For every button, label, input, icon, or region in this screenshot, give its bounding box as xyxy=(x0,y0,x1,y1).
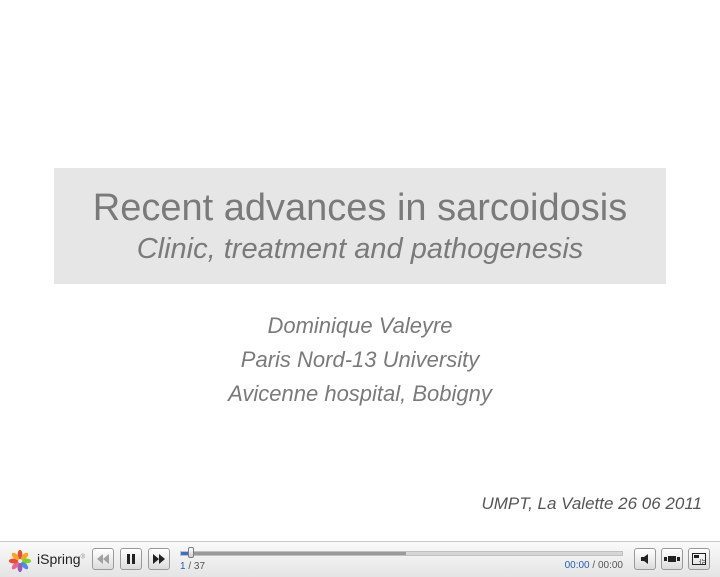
rewind-icon xyxy=(97,554,109,564)
layout-toggle-icon xyxy=(664,556,680,562)
pause-button[interactable] xyxy=(120,548,142,570)
author-hospital: Avicenne hospital, Bobigny xyxy=(228,381,492,406)
seek-bar-loaded xyxy=(181,552,406,555)
slide-subtitle: Clinic, treatment and pathogenesis xyxy=(136,233,584,265)
volume-icon xyxy=(641,554,648,564)
pause-icon xyxy=(127,554,135,564)
fast-forward-icon xyxy=(153,554,165,564)
fullscreen-button[interactable] xyxy=(688,548,710,570)
slide-canvas: Recent advances in sarcoidosis Clinic, t… xyxy=(0,0,720,541)
layout-toggle-button[interactable] xyxy=(661,548,683,570)
volume-button[interactable] xyxy=(634,548,656,570)
time-display: 00:00 / 00:00 xyxy=(564,560,623,571)
seek-bar[interactable] xyxy=(180,551,623,556)
time-current: 00:00 xyxy=(564,560,590,571)
seek-handle[interactable] xyxy=(187,547,194,558)
author-block: Dominique Valeyre Paris Nord-13 Universi… xyxy=(0,312,720,414)
slide-counter: 1 / 37 xyxy=(180,561,206,572)
author-name: Dominique Valeyre xyxy=(267,313,453,338)
time-total: 00:00 xyxy=(597,560,623,571)
ispring-flower-icon xyxy=(8,549,32,573)
next-slide-button[interactable] xyxy=(148,548,170,570)
ispring-logo-text: iSpring® xyxy=(37,551,86,567)
fullscreen-icon xyxy=(692,553,706,565)
event-note: UMPT, La Valette 26 06 2011 xyxy=(481,494,702,513)
author-university: Paris Nord-13 University xyxy=(240,347,480,372)
title-banner: Recent advances in sarcoidosis Clinic, t… xyxy=(54,168,666,284)
slide-title: Recent advances in sarcoidosis xyxy=(92,187,628,229)
slide-counter-total: 37 xyxy=(193,561,206,572)
previous-slide-button[interactable] xyxy=(92,548,114,570)
player-toolbar: iSpring® 1 / 37 00:00 / 00:00 xyxy=(0,541,720,577)
